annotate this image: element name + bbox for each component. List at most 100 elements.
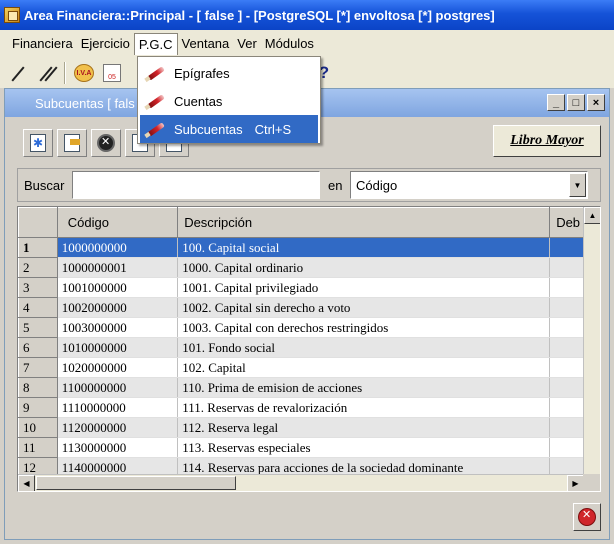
chevron-down-icon[interactable]: ▼: [569, 173, 586, 197]
table-row[interactable]: 5 1003000000 1003. Capital con derechos re…: [18, 317, 600, 338]
cell-descripcion: 102. Capital: [177, 357, 551, 378]
close-red-icon: [578, 508, 596, 526]
search-field-select[interactable]: Código ▼: [350, 171, 588, 199]
table-row[interactable]: 10 1120000000 112. Reserva legal: [18, 417, 600, 438]
search-field-label: en: [328, 177, 343, 193]
cell-descripcion: 110. Prima de emision de acciones: [177, 377, 551, 398]
cell-descripcion: 100. Capital social: [177, 237, 551, 258]
main-title-bar[interactable]: Area Financiera::Principal - [ false ] -…: [0, 0, 614, 30]
double-pen-icon: [38, 65, 54, 81]
calendar-icon: 05: [103, 64, 121, 82]
row-number: 2: [18, 257, 58, 278]
search-field-value: Código: [356, 177, 398, 193]
menu-pgc[interactable]: P.G.C: [133, 33, 178, 55]
row-number: 9: [18, 397, 58, 418]
table-row[interactable]: 11 1130000000 113. Reservas especiales: [18, 437, 600, 458]
table-row[interactable]: 4 1002000000 1002. Capital sin derecho a v…: [18, 297, 600, 318]
cell-codigo: 1010000000: [57, 337, 179, 358]
edit-button[interactable]: [57, 129, 87, 157]
row-number: 10: [18, 417, 58, 438]
table-row[interactable]: 1 1000000000 100. Capital social: [18, 237, 600, 258]
column-header-descripcion[interactable]: Descripción: [177, 207, 551, 238]
maximize-button[interactable]: □: [567, 94, 585, 111]
cell-descripcion: 113. Reservas especiales: [177, 437, 551, 458]
cell-codigo: 1001000000: [57, 277, 179, 298]
scroll-corner: [583, 474, 600, 491]
edit-document-icon: [64, 134, 80, 152]
new-document-icon: [30, 134, 46, 152]
row-number: 8: [18, 377, 58, 398]
pen-button[interactable]: [6, 61, 30, 85]
cell-descripcion: 101. Fondo social: [177, 337, 551, 358]
search-bar: Buscar en Código ▼: [17, 168, 601, 202]
window-controls: _ □ ×: [547, 94, 605, 111]
menu-bar: Financiera Ejercicio P.G.C Ventana Ver M…: [0, 30, 614, 58]
minimize-button[interactable]: _: [547, 94, 565, 111]
table-row[interactable]: 6 1010000000 101. Fondo social: [18, 337, 600, 358]
row-number: 11: [18, 437, 58, 458]
cell-descripcion: 1002. Capital sin derecho a voto: [177, 297, 551, 318]
subcuentas-title: Subcuentas [ fals: [35, 95, 135, 111]
menu-ejercicio[interactable]: Ejercicio: [77, 33, 134, 55]
table-row[interactable]: 7 1020000000 102. Capital: [18, 357, 600, 378]
table-row[interactable]: 2 1000000001 1000. Capital ordinario: [18, 257, 600, 278]
search-label: Buscar: [24, 177, 65, 193]
table-row[interactable]: 8 1100000000 110. Prima de emision de acci…: [18, 377, 600, 398]
iva-button[interactable]: I.V.A: [72, 61, 96, 85]
close-button[interactable]: ×: [587, 94, 605, 111]
double-pen-button[interactable]: [34, 61, 58, 85]
menu-ver[interactable]: Ver: [233, 33, 261, 55]
cell-codigo: 1110000000: [57, 397, 179, 418]
scroll-right-button[interactable]: ▶: [567, 475, 584, 491]
cell-descripcion: 1000. Capital ordinario: [177, 257, 551, 278]
menu-item-shortcut: Ctrl+S: [254, 121, 292, 137]
table-row[interactable]: 3 1001000000 1001. Capital privilegiado: [18, 277, 600, 298]
horizontal-scroll-thumb[interactable]: [36, 476, 236, 490]
pencil-icon: [144, 62, 166, 84]
cell-codigo: 1003000000: [57, 317, 179, 338]
calendar-button[interactable]: 05: [100, 61, 124, 85]
row-number: 7: [18, 357, 58, 378]
menu-modulos[interactable]: Módulos: [261, 33, 318, 55]
menu-ventana[interactable]: Ventana: [178, 33, 234, 55]
row-number: 1: [18, 237, 58, 258]
column-header-codigo[interactable]: Código: [56, 207, 179, 238]
cell-codigo: 1120000000: [57, 417, 179, 438]
window-title: Area Financiera::Principal - [ false ] -…: [24, 7, 495, 23]
cell-codigo: 1000000001: [57, 257, 179, 278]
menu-item-epigrafes[interactable]: Epígrafes: [140, 59, 318, 87]
cell-codigo: 1100000000: [57, 377, 179, 398]
cell-codigo: 1130000000: [57, 437, 179, 458]
search-input[interactable]: [72, 171, 320, 199]
table-header: Código Descripción Deb: [18, 207, 600, 238]
menu-item-subcuentas[interactable]: Subcuentas Ctrl+S: [140, 115, 318, 143]
row-number: 6: [18, 337, 58, 358]
cell-descripcion: 1003. Capital con derechos restringidos: [177, 317, 551, 338]
menu-item-label: Cuentas: [174, 93, 223, 109]
subcuentas-grid: Código Descripción Deb 1 1000000000 100. C…: [18, 207, 600, 478]
pgc-dropdown-menu: Epígrafes Cuentas Subcuentas Ctrl+S: [137, 56, 321, 144]
horizontal-scrollbar[interactable]: ◀ ▶: [18, 474, 584, 491]
menu-item-label: Epígrafes: [174, 65, 230, 81]
iva-icon: I.V.A: [74, 64, 94, 82]
corner-header: [18, 207, 58, 238]
row-number: 3: [18, 277, 58, 298]
new-button[interactable]: [23, 129, 53, 157]
cell-descripcion: 111. Reservas de revalorización: [177, 397, 551, 418]
table-row[interactable]: 9 1110000000 111. Reservas de revalorizaci…: [18, 397, 600, 418]
scroll-left-button[interactable]: ◀: [18, 475, 35, 491]
subcuentas-window: Subcuentas [ fals _ □ × Libro Mayor Busc…: [4, 88, 610, 540]
close-window-button[interactable]: [573, 503, 601, 531]
menu-financiera[interactable]: Financiera: [8, 33, 77, 55]
toolbar-separator: [64, 62, 66, 84]
scroll-up-button[interactable]: ▲: [584, 207, 600, 224]
cell-codigo: 1002000000: [57, 297, 179, 318]
subcuentas-table: Código Descripción Deb 1 1000000000 100. C…: [17, 206, 601, 492]
vertical-scrollbar[interactable]: ▲: [583, 207, 600, 475]
row-number: 4: [18, 297, 58, 318]
menu-item-label: Subcuentas: [174, 121, 243, 137]
delete-button[interactable]: [91, 129, 121, 157]
libro-mayor-button[interactable]: Libro Mayor: [493, 125, 601, 157]
pen-icon: [10, 65, 26, 81]
menu-item-cuentas[interactable]: Cuentas: [140, 87, 318, 115]
